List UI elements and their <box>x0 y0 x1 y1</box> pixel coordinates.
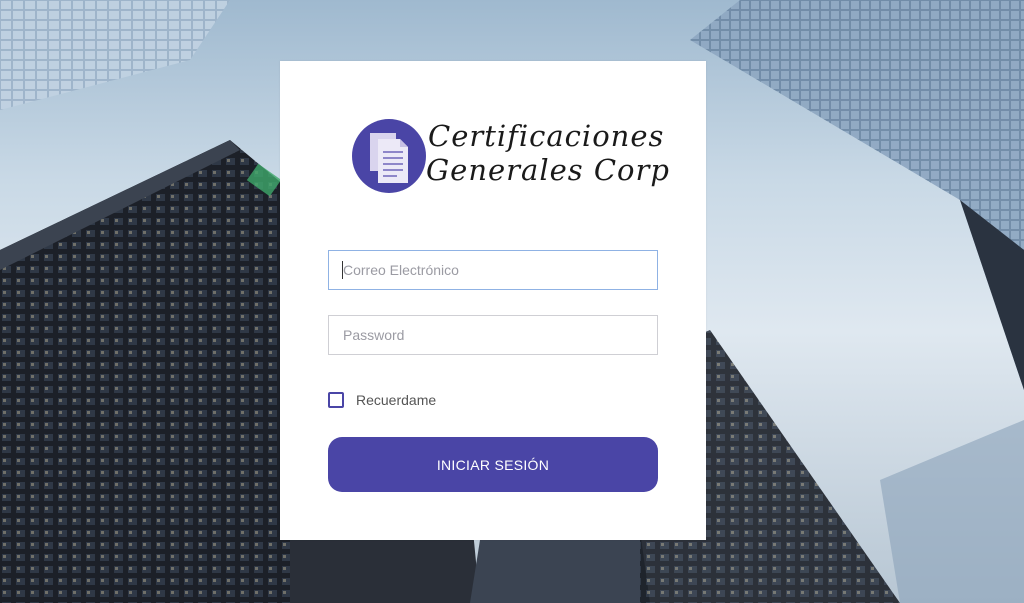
password-field[interactable] <box>328 315 658 355</box>
remember-me[interactable]: Recuerdame <box>328 390 436 410</box>
remember-label: Recuerdame <box>356 392 437 408</box>
document-icon <box>370 133 408 183</box>
remember-checkbox[interactable] <box>328 392 344 408</box>
login-card: Certificaciones Generales Corp Recuerdam… <box>280 61 706 540</box>
logo-text-line1: Certificaciones <box>428 119 665 153</box>
company-logo: Certificaciones Generales Corp <box>352 115 669 195</box>
email-field[interactable] <box>328 250 658 290</box>
logo-circle <box>352 119 426 193</box>
text-cursor <box>342 261 343 279</box>
login-button[interactable]: INICIAR SESIÓN <box>328 437 658 492</box>
logo-text-line2: Generales Corp <box>426 153 670 187</box>
